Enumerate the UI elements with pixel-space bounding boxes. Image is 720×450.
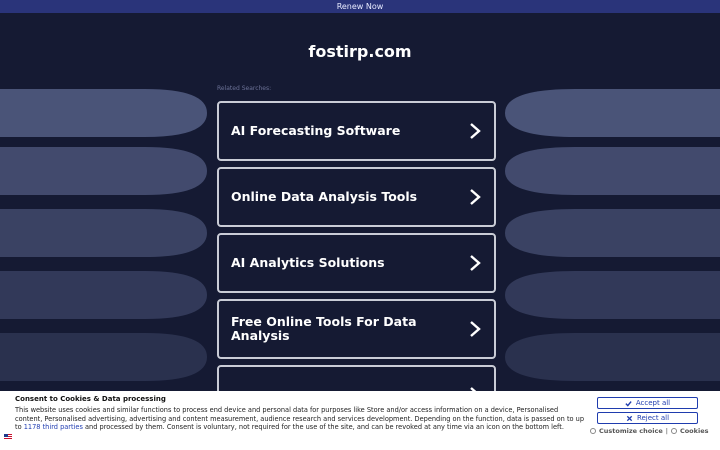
chevron-right-icon [470,255,481,271]
top-banner: Renew Now [0,0,720,13]
search-card-label: Online Data Analysis Tools [231,189,418,204]
consent-title: Consent to Cookies & Data processing [15,395,166,403]
consent-text: This website uses cookies and similar fu… [15,406,585,432]
related-searches-heading: Related Searches: [217,85,272,92]
cookies-link[interactable]: Cookies [670,427,709,435]
search-card-label: AI Forecasting Software [231,123,401,138]
search-card-label: AI Analytics Solutions [231,255,385,270]
chevron-right-icon [470,321,481,337]
reject-all-label: Reject all [636,414,670,422]
close-icon [626,415,633,421]
gear-icon [590,428,596,434]
link-separator: | [665,427,668,435]
customize-choice-link[interactable]: Customize choice [590,427,663,435]
search-card-ai-forecasting[interactable]: AI Forecasting Software [217,101,496,161]
left-pillar-shapes [0,89,207,381]
site-title: fostirp.com [308,42,412,61]
search-card-ai-analytics[interactable]: AI Analytics Solutions [217,233,496,293]
third-parties-link[interactable]: 1178 third parties [24,423,83,431]
accept-all-label: Accept all [635,399,671,407]
accept-all-button[interactable]: Accept all [597,397,698,409]
right-pillar-shapes [505,89,720,381]
cookie-icon [670,428,677,434]
search-card-label: Free Online Tools For Data Analysis [231,314,417,343]
reject-all-button[interactable]: Reject all [597,412,698,424]
check-icon [625,400,632,407]
customize-choice-label: Customize choice [599,427,663,435]
search-card-free-online-tools[interactable]: Free Online Tools For Data Analysis [217,299,496,359]
consent-text-after: and processed by them. Consent is volunt… [82,423,564,432]
chevron-right-icon [470,189,481,205]
search-card-online-data-analysis[interactable]: Online Data Analysis Tools [217,167,496,227]
cookies-label: Cookies [679,427,709,435]
chevron-right-icon [470,123,481,139]
us-flag-icon[interactable] [4,434,12,440]
renew-now-link[interactable]: Renew Now [337,0,384,13]
consent-links: Customize choice | Cookies [590,427,708,435]
